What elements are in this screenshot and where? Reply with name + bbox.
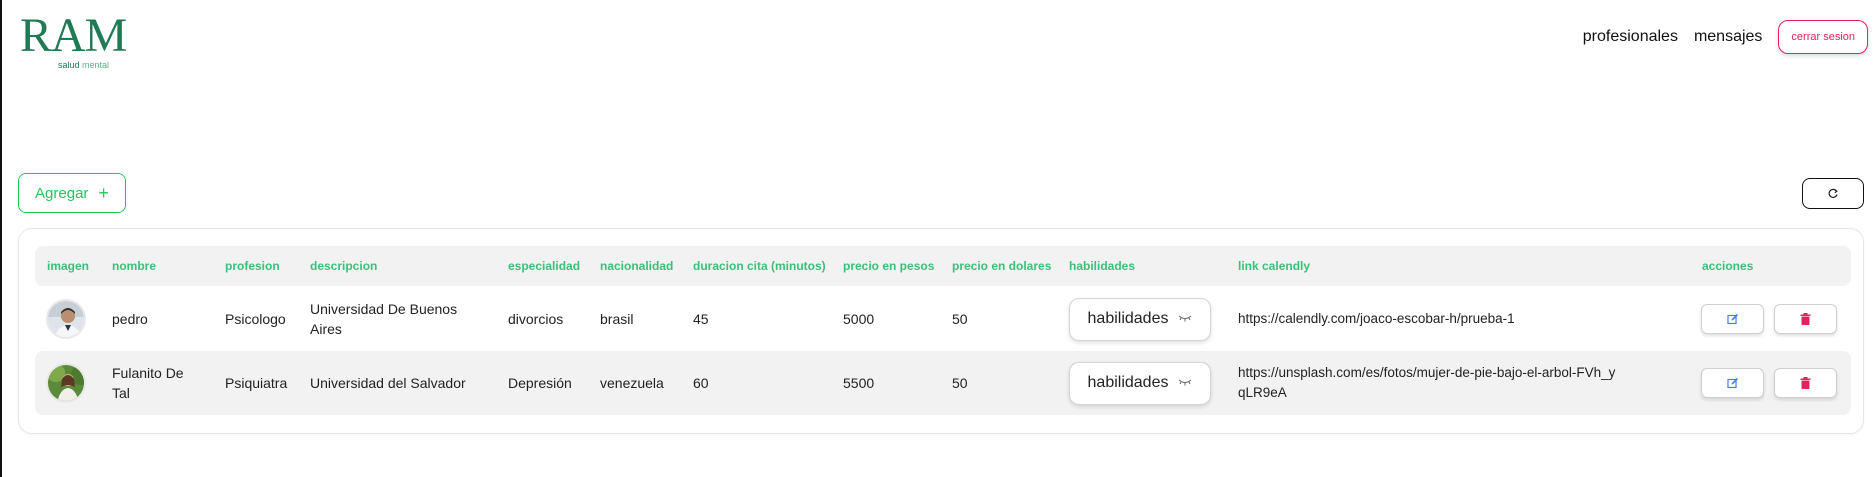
cell-precio-dolares: 50 <box>952 311 968 327</box>
delete-button[interactable] <box>1774 368 1837 398</box>
nav-link-mensajes[interactable]: mensajes <box>1694 28 1762 46</box>
avatar-photo <box>48 365 84 401</box>
col-header-acciones: acciones <box>1702 259 1754 273</box>
logout-button[interactable]: cerrar sesion <box>1778 20 1868 54</box>
trash-icon <box>1800 377 1811 389</box>
skills-button-label: habilidades <box>1087 310 1169 327</box>
professionals-table-card: imagen nombre profesion descripcion espe… <box>18 228 1864 434</box>
cell-profesion: Psicologo <box>225 311 286 327</box>
table-header: imagen nombre profesion descripcion espe… <box>35 246 1851 286</box>
edit-button[interactable] <box>1701 304 1764 334</box>
trash-icon <box>1800 313 1811 325</box>
skills-button[interactable]: habilidades <box>1069 361 1211 405</box>
skills-button[interactable]: habilidades <box>1069 297 1211 341</box>
avatar <box>46 299 86 339</box>
col-header-descripcion: descripcion <box>310 259 378 273</box>
eye-closed-icon <box>1178 378 1192 389</box>
col-header-habilidades: habilidades <box>1069 259 1136 273</box>
logo-subtitle: salud mental <box>58 60 110 70</box>
cell-precio-pesos: 5500 <box>843 375 875 391</box>
cell-nacionalidad: venezuela <box>600 375 664 391</box>
col-header-imagen: imagen <box>47 259 90 273</box>
col-header-duracion: duracion cita (minutos) <box>693 259 826 273</box>
cell-link[interactable]: https://unsplash.com/es/fotos/mujer-de-p… <box>1238 351 1618 415</box>
table-row: pedro Psicologo Universidad De Buenos Ai… <box>35 287 1851 351</box>
cell-descripcion: Universidad De Buenos Aires <box>310 301 458 337</box>
col-header-precio-dolares: precio en dolares <box>952 259 1052 273</box>
table-row: Fulanito De Tal Psiquiatra Universidad d… <box>35 351 1851 415</box>
col-header-nombre: nombre <box>112 259 157 273</box>
cell-precio-dolares: 50 <box>952 375 968 391</box>
plus-icon: + <box>98 183 109 203</box>
nav-link-profesionales[interactable]: profesionales <box>1583 28 1678 46</box>
cell-descripcion: Universidad del Salvador <box>310 375 466 391</box>
cell-nacionalidad: brasil <box>600 311 634 327</box>
col-header-especialidad: especialidad <box>508 259 581 273</box>
edit-icon <box>1726 313 1738 325</box>
edit-button[interactable] <box>1701 368 1764 398</box>
col-header-profesion: profesion <box>225 259 280 273</box>
logo-text: RAM <box>20 9 127 62</box>
cell-especialidad: divorcios <box>508 311 564 327</box>
skills-button-label: habilidades <box>1087 374 1169 391</box>
avatar-photo <box>48 301 84 337</box>
logo[interactable]: RAM salud mental <box>20 9 127 71</box>
cell-especialidad: Depresión <box>508 375 572 391</box>
refresh-icon <box>1828 188 1838 198</box>
add-button-label: Agregar <box>35 184 89 202</box>
cell-nombre: pedro <box>112 311 148 327</box>
window-edge <box>0 0 2 477</box>
cell-duracion: 45 <box>693 311 709 327</box>
edit-icon <box>1726 377 1738 389</box>
col-header-link: link calendly <box>1238 259 1311 273</box>
cell-nombre: Fulanito De Tal <box>112 365 184 401</box>
avatar <box>46 363 86 403</box>
cell-link[interactable]: https://calendly.com/joaco-escobar-h/pru… <box>1238 287 1658 351</box>
add-button[interactable]: Agregar + <box>18 173 126 213</box>
cell-profesion: Psiquiatra <box>225 375 288 391</box>
col-header-precio-pesos: precio en pesos <box>843 259 935 273</box>
top-nav: profesionales mensajes cerrar sesion <box>1583 20 1868 54</box>
col-header-nacionalidad: nacionalidad <box>600 259 674 273</box>
eye-closed-icon <box>1178 314 1192 325</box>
delete-button[interactable] <box>1774 304 1837 334</box>
refresh-button[interactable] <box>1802 178 1864 209</box>
cell-precio-pesos: 5000 <box>843 311 875 327</box>
cell-duracion: 60 <box>693 375 709 391</box>
